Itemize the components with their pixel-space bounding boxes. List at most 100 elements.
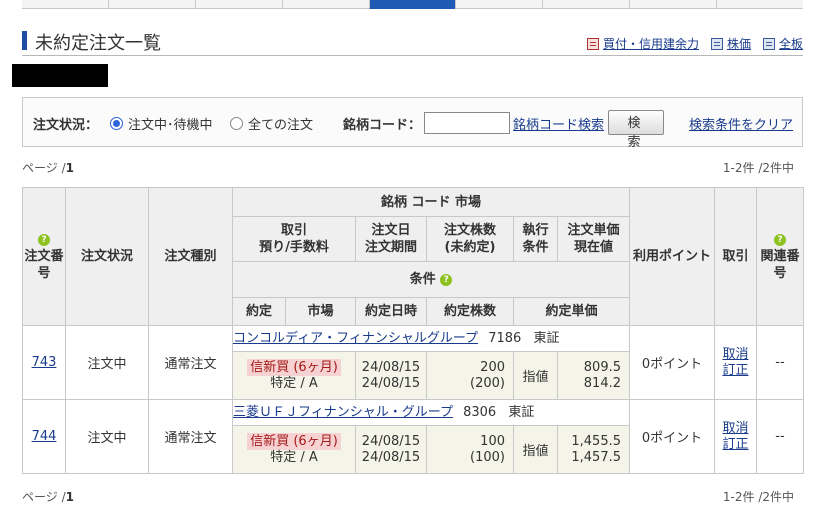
- nav-tab[interactable]: [194, 0, 282, 9]
- order-no-link[interactable]: 744: [32, 429, 57, 444]
- col-order-type: 注文種別: [148, 187, 233, 326]
- search-button[interactable]: 検 索: [608, 110, 664, 150]
- orders-table: ? 注文番号 注文状況 注文種別 銘柄 コード 市場 利用ポイント 取引 ? 関連番…: [22, 187, 804, 474]
- nav-tab[interactable]: [281, 0, 369, 9]
- radio-checked-icon: [110, 117, 123, 130]
- stock-code-input[interactable]: [424, 112, 510, 134]
- col-filled-datetime: 約定日時: [355, 297, 427, 326]
- col-related-no: ? 関連番号: [756, 187, 804, 326]
- full-board-link[interactable]: 全板: [762, 35, 803, 52]
- table-row: 744 注文中 通常注文 三菱ＵＦＪフィナンシャル・グループ 8306 東証 0…: [22, 399, 804, 474]
- pager-prefix: ページ /: [22, 161, 66, 175]
- col-market: 市場: [285, 297, 356, 326]
- cancel-link[interactable]: 取消: [722, 347, 748, 362]
- order-date-cell: 24/08/15 24/08/15: [355, 351, 427, 400]
- nav-tab[interactable]: [629, 0, 717, 9]
- stock-name-link[interactable]: コンコルディア・フィナンシャルグループ: [233, 331, 478, 346]
- result-count: 1-2件 /2件中: [722, 161, 794, 175]
- radio-active-orders[interactable]: 注文中･待機中: [110, 114, 213, 133]
- nav-tab[interactable]: [22, 0, 108, 9]
- nav-tab[interactable]: [107, 0, 195, 9]
- modify-link[interactable]: 訂正: [722, 437, 748, 452]
- nav-tab[interactable]: [455, 0, 543, 9]
- help-icon[interactable]: ?: [38, 233, 50, 246]
- order-price-cell: 809.5 814.2: [557, 351, 630, 400]
- pager-page: 1: [65, 490, 74, 504]
- header-links: 買付・信用建余力 株価 全板: [575, 35, 803, 52]
- related-no-cell: --: [756, 325, 804, 400]
- col-order-no: ? 注文番号: [22, 187, 66, 326]
- order-price-cell: 1,455.5 1,457.5: [557, 425, 630, 474]
- window-icon: [762, 37, 775, 50]
- order-no-link[interactable]: 743: [32, 355, 57, 370]
- col-status: 注文状況: [65, 187, 149, 326]
- custody-type: 特定 / A: [270, 376, 318, 391]
- col-filled-qty: 約定株数: [426, 297, 514, 326]
- nav-tab-active[interactable]: [368, 0, 456, 9]
- nav-tab[interactable]: [542, 0, 630, 9]
- order-qty-cell: 100 (100): [426, 425, 514, 474]
- cancel-link[interactable]: 取消: [722, 421, 748, 436]
- col-exec-cond: 執行 条件: [513, 216, 558, 262]
- points-cell: 0ポイント: [629, 399, 715, 474]
- title-accent-bar: [22, 31, 27, 50]
- order-date-cell: 24/08/15 24/08/15: [355, 425, 427, 474]
- stock-price-link[interactable]: 株価: [710, 35, 751, 52]
- help-icon[interactable]: ?: [440, 273, 453, 286]
- stock-info-cell: 三菱ＵＦＪフィナンシャル・グループ 8306 東証: [232, 399, 630, 426]
- pager-prefix: ページ /: [22, 490, 66, 504]
- search-filter-panel: 注文状況： 注文中･待機中 全ての注文 銘柄コード： 銘柄コード検索 検 索 検…: [22, 97, 803, 150]
- pager-page: 1: [65, 161, 74, 175]
- stock-code-label: 銘柄コード：: [343, 118, 422, 133]
- help-icon[interactable]: ?: [774, 233, 786, 246]
- clear-conditions-link[interactable]: 検索条件をクリア: [689, 114, 793, 133]
- trade-cell: 信新買 (6ヶ月) 特定 / A: [232, 425, 356, 474]
- order-type-cell: 通常注文: [148, 399, 233, 474]
- stock-market: 東証: [508, 405, 535, 420]
- col-trade: 取引 預り/手数料: [232, 216, 356, 262]
- window-icon: [710, 37, 723, 50]
- pager-top: ページ /1 1-2件 /2件中: [22, 159, 803, 176]
- pager-bottom: ページ /1 1-2件 /2件中: [22, 488, 803, 505]
- trade-action-cell: 取消 訂正: [714, 399, 757, 474]
- buying-power-link[interactable]: 買付・信用建余力: [586, 35, 699, 52]
- col-conditions: 条件 ?: [232, 261, 630, 298]
- col-filled-price: 約定単価: [513, 297, 630, 326]
- redacted-account-info: [12, 64, 108, 87]
- custody-type: 特定 / A: [270, 450, 318, 465]
- col-order-date: 注文日 注文期間: [355, 216, 427, 262]
- modify-link[interactable]: 訂正: [722, 363, 748, 378]
- stock-market: 東証: [533, 331, 560, 346]
- top-nav-tabs: [22, 0, 804, 9]
- stock-code-search-link[interactable]: 銘柄コード検索: [513, 114, 604, 133]
- col-filled: 約定: [232, 297, 286, 326]
- radio-unchecked-icon: [230, 117, 243, 130]
- status-cell: 注文中: [65, 325, 149, 400]
- stock-name-link[interactable]: 三菱ＵＦＪフィナンシャル・グループ: [233, 405, 453, 420]
- calculator-icon: [586, 37, 599, 50]
- table-row: 743 注文中 通常注文 コンコルディア・フィナンシャルグループ 7186 東証…: [22, 325, 804, 400]
- stock-info-cell: コンコルディア・フィナンシャルグループ 7186 東証: [232, 325, 630, 352]
- status-cell: 注文中: [65, 399, 149, 474]
- col-points: 利用ポイント: [629, 187, 715, 326]
- order-kind-badge: 信新買 (6ヶ月): [247, 359, 341, 376]
- points-cell: 0ポイント: [629, 325, 715, 400]
- nav-tab[interactable]: [716, 0, 804, 9]
- radio-all-orders[interactable]: 全ての注文: [230, 114, 313, 133]
- stock-code: 8306: [463, 405, 497, 420]
- col-stock-header: 銘柄 コード 市場: [232, 187, 630, 217]
- col-trade-action: 取引: [714, 187, 757, 326]
- title-bar: 未約定注文一覧 買付・信用建余力 株価 全板: [22, 28, 803, 56]
- trade-cell: 信新買 (6ヶ月) 特定 / A: [232, 351, 356, 400]
- order-qty-cell: 200 (200): [426, 351, 514, 400]
- col-order-qty: 注文株数 (未約定): [426, 216, 514, 262]
- page-title: 未約定注文一覧: [35, 33, 161, 54]
- trade-action-cell: 取消 訂正: [714, 325, 757, 400]
- order-status-label: 注文状況：: [33, 118, 99, 133]
- exec-cond-cell: 指値: [513, 351, 558, 400]
- related-no-cell: --: [756, 399, 804, 474]
- order-kind-badge: 信新買 (6ヶ月): [247, 433, 341, 450]
- stock-code: 7186: [488, 331, 522, 346]
- col-order-price: 注文単価 現在値: [557, 216, 630, 262]
- order-type-cell: 通常注文: [148, 325, 233, 400]
